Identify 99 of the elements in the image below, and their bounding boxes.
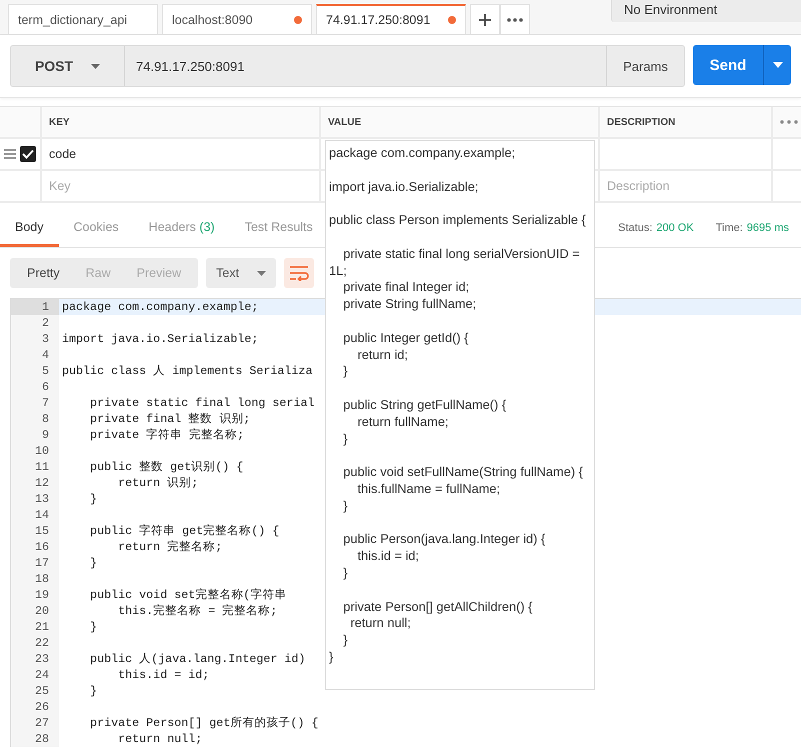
line-number: 8 — [11, 411, 59, 427]
code-line: return 识别; — [117, 475, 198, 491]
value-text-line: public String getFullName() { — [342, 396, 508, 414]
line-number: 19 — [11, 587, 59, 603]
line-number: 16 — [11, 539, 59, 555]
value-popup[interactable] — [325, 140, 595, 690]
code-line: public 人(java.lang.Integer id) — [89, 651, 306, 667]
value-text-line: import java.io.Serializable; — [329, 178, 480, 196]
response-tab[interactable]: Body — [0, 209, 58, 247]
line-number: 18 — [11, 571, 59, 587]
line-number: 10 — [11, 443, 59, 459]
code-line: private 字符串 完整名称; — [89, 427, 244, 443]
code-line: package com.company.example; — [61, 299, 258, 315]
value-text-line: this.id = id; — [356, 548, 420, 565]
code-line: public 整数 get识别() { — [89, 459, 244, 475]
code-line: import java.io.Serializable; — [61, 331, 258, 347]
wrap-lines-button[interactable] — [284, 258, 314, 288]
key-field[interactable]: code — [49, 147, 76, 161]
line-number: 13 — [11, 491, 59, 507]
value-text-line: } — [342, 498, 349, 515]
status-label: Status: — [618, 222, 652, 234]
more-button[interactable] — [500, 4, 530, 34]
line-number: 9 — [11, 427, 59, 443]
code-line: } — [89, 555, 98, 571]
line-number: 12 — [11, 475, 59, 491]
request-tab[interactable]: 74.91.17.250:8091 — [316, 4, 466, 34]
code-line: private Person[] get所有的孩子() { — [89, 715, 318, 731]
value-text-line: public class Person implements Serializable { — [329, 212, 586, 229]
line-number: 11 — [11, 459, 59, 475]
column-header: DESCRIPTION — [600, 107, 773, 137]
line-number: 21 — [11, 619, 59, 635]
code-line: return 完整名称; — [117, 539, 222, 555]
code-line: public void set完整名称(字符串 — [89, 587, 286, 603]
code-line: } — [89, 683, 98, 699]
code-line: return null; — [117, 731, 202, 747]
send-button[interactable]: Send — [693, 45, 763, 85]
line-number: 20 — [11, 603, 59, 619]
request-tab[interactable]: term_dictionary_api — [8, 4, 158, 34]
code-line: } — [89, 491, 98, 507]
column-header: KEY — [42, 107, 321, 137]
code-line: public 字符串 get完整名称() { — [89, 523, 280, 539]
line-number: 15 — [11, 523, 59, 539]
send-options-button[interactable] — [763, 45, 791, 85]
caret-icon — [772, 62, 782, 68]
value-text-line: public Person(java.lang.Integer id) { — [342, 531, 546, 548]
line-number: 28 — [11, 731, 59, 747]
value-text-line: } — [329, 648, 334, 666]
view-mode-button[interactable]: Pretty — [14, 258, 73, 288]
environment-dropdown[interactable]: No Environment — [611, 0, 801, 22]
code-line: private final 整数 识别; — [89, 411, 250, 427]
drag-handle-icon[interactable] — [4, 149, 16, 159]
line-number: 22 — [11, 635, 59, 651]
add-tab-button[interactable] — [470, 4, 500, 34]
value-text-line: } — [342, 430, 349, 448]
code-line: this.id = id; — [117, 667, 210, 683]
value-text-line: this.fullName = fullName; — [356, 480, 502, 498]
caret-icon — [257, 270, 266, 276]
request-tab[interactable]: localhost:8090 — [162, 4, 312, 34]
line-number: 1 — [11, 299, 59, 315]
code-line: public class 人 implements Serializa — [61, 363, 312, 379]
line-number: 6 — [11, 379, 59, 395]
value-text-line: return id; — [356, 346, 409, 364]
value-text-line: } — [342, 363, 349, 380]
more-icon — [507, 18, 523, 22]
time-label: Time: — [716, 222, 743, 234]
line-number: 25 — [11, 683, 59, 699]
value-text-line: return fullName; — [356, 414, 450, 431]
value-text-line: private final Integer id; — [342, 279, 470, 296]
plus-icon — [478, 12, 492, 26]
line-number: 5 — [11, 363, 59, 379]
value-text-line: return null; — [349, 615, 412, 632]
line-number: 17 — [11, 555, 59, 571]
value-text-line: public Integer getId() { — [342, 330, 470, 347]
code-line: } — [89, 619, 98, 635]
line-number: 23 — [11, 651, 59, 667]
value-text-line: private Person[] getAllChildren() { — [342, 598, 534, 616]
code-line: private static final long serial — [89, 395, 314, 411]
status-value: 200 OK — [656, 222, 694, 234]
line-number: 3 — [11, 331, 59, 347]
value-text-line: package com.company.example; — [329, 145, 516, 162]
format-dropdown[interactable]: Text — [206, 258, 276, 288]
value-text-line: } — [342, 632, 349, 649]
wrap-icon — [289, 265, 310, 281]
line-number: 14 — [11, 507, 59, 523]
line-number: 27 — [11, 715, 59, 731]
line-number: 26 — [11, 699, 59, 715]
line-number: 4 — [11, 347, 59, 363]
line-number: 7 — [11, 395, 59, 411]
value-text-line: } — [342, 564, 349, 582]
checkbox[interactable] — [20, 146, 36, 162]
column-header: VALUE — [321, 107, 600, 137]
code-line: this.完整名称 = 完整名称; — [117, 603, 278, 619]
value-text-line: private static final long serialVersionUID = 1L; — [329, 246, 581, 280]
value-text-line: private String fullName; — [342, 296, 478, 313]
time-value: 9695 ms — [746, 222, 789, 234]
line-number: 2 — [11, 315, 59, 331]
value-text-line: public void setFullName(String fullName) { — [342, 464, 584, 481]
line-number: 24 — [11, 667, 59, 683]
more-icon[interactable] — [780, 120, 798, 124]
